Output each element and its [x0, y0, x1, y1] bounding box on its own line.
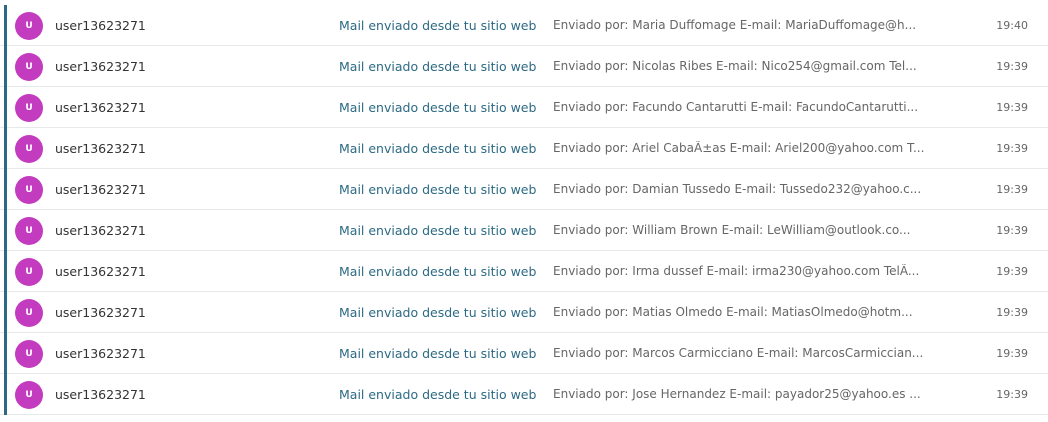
message-subject: Mail enviado desde tu sitio web	[339, 345, 537, 361]
message-time: 19:39	[996, 387, 1028, 401]
sender-avatar: U	[15, 340, 43, 368]
sender-avatar: U	[15, 12, 43, 40]
sender-avatar: U	[15, 217, 43, 245]
message-time: 19:40	[996, 18, 1028, 32]
message-subject: Mail enviado desde tu sitio web	[339, 263, 537, 279]
message-subject: Mail enviado desde tu sitio web	[339, 222, 537, 238]
sender-name: user13623271	[55, 345, 146, 361]
sender-name: user13623271	[55, 263, 146, 279]
message-preview: Enviado por: Damian Tussedo E-mail: Tuss…	[553, 182, 922, 196]
message-subject: Mail enviado desde tu sitio web	[339, 140, 537, 156]
message-subject: Mail enviado desde tu sitio web	[339, 17, 537, 33]
message-time: 19:39	[996, 346, 1028, 360]
sender-name: user13623271	[55, 140, 146, 156]
message-preview: Enviado por: Irma dussef E-mail: irma230…	[553, 264, 920, 278]
sender-avatar: U	[15, 135, 43, 163]
message-time: 19:39	[996, 141, 1028, 155]
sender-name: user13623271	[55, 58, 146, 74]
message-row[interactable]: U user13623271 Mail enviado desde tu sit…	[0, 87, 1048, 128]
message-preview: Enviado por: Facundo Cantarutti E-mail: …	[553, 100, 919, 114]
sender-avatar: U	[15, 381, 43, 409]
message-row[interactable]: U user13623271 Mail enviado desde tu sit…	[0, 292, 1048, 333]
sender-name: user13623271	[55, 304, 146, 320]
message-row[interactable]: U user13623271 Mail enviado desde tu sit…	[0, 251, 1048, 292]
message-subject: Mail enviado desde tu sitio web	[339, 304, 537, 320]
message-row[interactable]: U user13623271 Mail enviado desde tu sit…	[0, 169, 1048, 210]
message-preview: Enviado por: William Brown E-mail: LeWil…	[553, 223, 911, 237]
message-row[interactable]: U user13623271 Mail enviado desde tu sit…	[0, 210, 1048, 251]
sender-avatar: U	[15, 94, 43, 122]
message-preview: Enviado por: Nicolas Ribes E-mail: Nico2…	[553, 59, 917, 73]
sender-name: user13623271	[55, 181, 146, 197]
message-subject: Mail enviado desde tu sitio web	[339, 58, 537, 74]
message-subject: Mail enviado desde tu sitio web	[339, 386, 537, 402]
message-subject: Mail enviado desde tu sitio web	[339, 181, 537, 197]
sender-name: user13623271	[55, 386, 146, 402]
sender-name: user13623271	[55, 222, 146, 238]
message-row[interactable]: U user13623271 Mail enviado desde tu sit…	[0, 374, 1048, 415]
message-time: 19:39	[996, 264, 1028, 278]
sender-avatar: U	[15, 258, 43, 286]
sender-avatar: U	[15, 176, 43, 204]
message-subject: Mail enviado desde tu sitio web	[339, 99, 537, 115]
message-preview: Enviado por: Jose Hernandez E-mail: paya…	[553, 387, 921, 401]
message-preview: Enviado por: Matias Olmedo E-mail: Matia…	[553, 305, 913, 319]
message-time: 19:39	[996, 223, 1028, 237]
sender-avatar: U	[15, 299, 43, 327]
sender-avatar: U	[15, 53, 43, 81]
message-time: 19:39	[996, 100, 1028, 114]
message-preview: Enviado por: Ariel CabaÃ±as E-mail: Arie…	[553, 141, 925, 155]
message-list: U user13623271 Mail enviado desde tu sit…	[0, 5, 1048, 415]
message-row[interactable]: U user13623271 Mail enviado desde tu sit…	[0, 128, 1048, 169]
message-row[interactable]: U user13623271 Mail enviado desde tu sit…	[0, 5, 1048, 46]
message-time: 19:39	[996, 59, 1028, 73]
message-preview: Enviado por: Marcos Carmicciano E-mail: …	[553, 346, 924, 360]
message-row[interactable]: U user13623271 Mail enviado desde tu sit…	[0, 46, 1048, 87]
sender-name: user13623271	[55, 17, 146, 33]
sender-name: user13623271	[55, 99, 146, 115]
message-row[interactable]: U user13623271 Mail enviado desde tu sit…	[0, 333, 1048, 374]
message-time: 19:39	[996, 182, 1028, 196]
message-time: 19:39	[996, 305, 1028, 319]
message-preview: Enviado por: Maria Duffomage E-mail: Mar…	[553, 18, 917, 32]
